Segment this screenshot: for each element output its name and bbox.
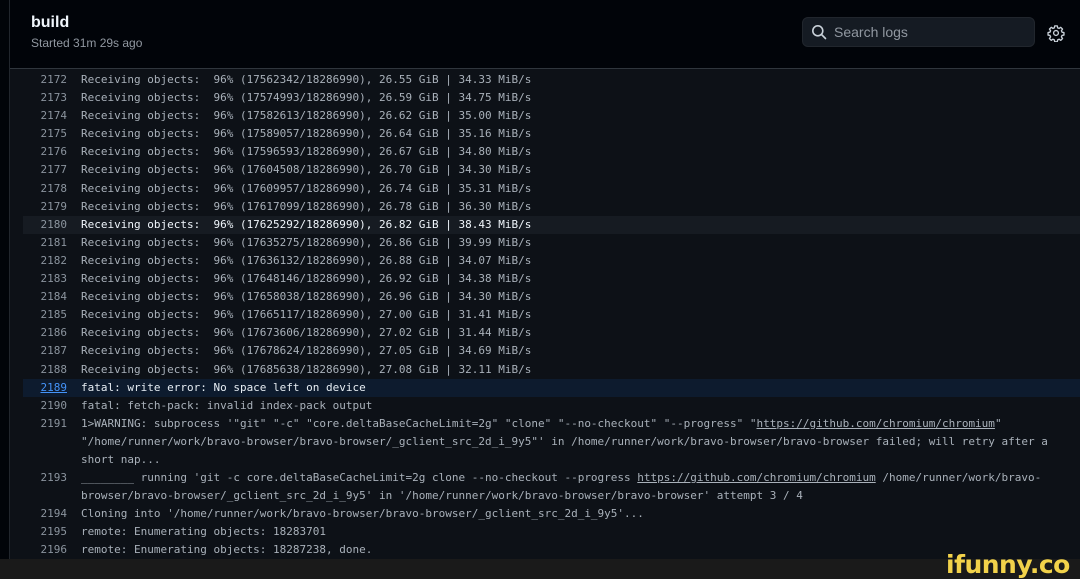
line-text: Receiving objects: 96% (17582613/1828699…	[81, 109, 532, 123]
line-text: ________ running 'git -c core.deltaBaseC…	[81, 469, 1080, 505]
log-line[interactable]: 2174 Receiving objects: 96% (17582613/182…	[23, 107, 1080, 125]
line-text: fatal: write error: No space left on dev…	[81, 380, 366, 394]
log-line[interactable]: 2180 Receiving objects: 96% (17625292/182…	[23, 215, 1080, 234]
log-line[interactable]: 2175 Receiving objects: 96% (17589057/182…	[23, 125, 1080, 143]
search-logs-box[interactable]	[802, 17, 1035, 47]
log-header: build Started 31m 29s ago	[10, 0, 1080, 69]
log-line[interactable]: 2184 Receiving objects: 96% (17658038/182…	[23, 288, 1080, 306]
line-number[interactable]: 2173	[23, 89, 68, 107]
log-line[interactable]: 2190 fatal: fetch-pack: invalid index-pac…	[23, 397, 1080, 415]
line-number[interactable]: 2178	[23, 180, 68, 198]
log-line[interactable]: 2172 Receiving objects: 96% (17562342/182…	[23, 71, 1080, 89]
line-number[interactable]: 2188	[23, 361, 68, 379]
log-line[interactable]: 2188 Receiving objects: 96% (17685638/182…	[23, 361, 1080, 379]
line-text: Receiving objects: 96% (17665117/1828699…	[81, 308, 532, 322]
line-text: Receiving objects: 96% (17617099/1828699…	[81, 199, 532, 213]
line-number[interactable]: 2196	[23, 541, 68, 559]
line-text: Receiving objects: 96% (17574993/1828699…	[81, 91, 532, 105]
workflow-log-view: build Started 31m 29s ago 2172 Receiving …	[0, 0, 1080, 559]
log-line[interactable]: 2181 Receiving objects: 96% (17635275/182…	[23, 234, 1080, 252]
log-line[interactable]: 2193 ________ running 'git -c core.deltaB…	[23, 469, 1080, 505]
line-number[interactable]: 2184	[23, 288, 68, 306]
line-number[interactable]: 2190	[23, 397, 68, 415]
log-line[interactable]: 2185 Receiving objects: 96% (17665117/182…	[23, 306, 1080, 324]
log-line[interactable]: 2195 remote: Enumerating objects: 1828370…	[23, 523, 1080, 541]
line-number[interactable]: 2183	[23, 270, 68, 288]
log-line[interactable]: 2186 Receiving objects: 96% (17673606/182…	[23, 324, 1080, 342]
log-line[interactable]: 2176 Receiving objects: 96% (17596593/182…	[23, 143, 1080, 161]
line-text-segment: 1>WARNING: subprocess '"git" "-c" "core.…	[81, 416, 757, 430]
line-number[interactable]: 2177	[23, 161, 68, 179]
log-link[interactable]: https://github.com/chromium/chromium	[637, 471, 875, 484]
line-number[interactable]: 2176	[23, 143, 68, 161]
gear-icon[interactable]	[1047, 24, 1065, 42]
log-line[interactable]: 2182 Receiving objects: 96% (17636132/182…	[23, 252, 1080, 270]
log-line[interactable]: 2187 Receiving objects: 96% (17678624/182…	[23, 342, 1080, 360]
search-icon	[812, 25, 827, 40]
line-number[interactable]: 2179	[23, 198, 68, 216]
line-number[interactable]: 2187	[23, 342, 68, 360]
line-text: 1>WARNING: subprocess '"git" "-c" "core.…	[81, 415, 1080, 469]
log-line[interactable]: 2183 Receiving objects: 96% (17648146/182…	[23, 270, 1080, 288]
line-number[interactable]: 2175	[23, 125, 68, 143]
line-text: fatal: fetch-pack: invalid index-pack ou…	[81, 398, 373, 412]
line-text: Receiving objects: 96% (17562342/1828699…	[81, 73, 532, 86]
line-text: Receiving objects: 96% (17635275/1828699…	[81, 235, 532, 249]
log-line[interactable]: 2179 Receiving objects: 96% (17617099/182…	[23, 198, 1080, 216]
log-output[interactable]: 2172 Receiving objects: 96% (17562342/182…	[10, 69, 1080, 559]
line-text: Receiving objects: 96% (17625292/1828699…	[81, 217, 532, 231]
line-text: Receiving objects: 96% (17596593/1828699…	[81, 145, 532, 159]
line-number[interactable]: 2174	[23, 107, 68, 125]
line-number[interactable]: 2185	[23, 306, 68, 324]
line-text: Receiving objects: 96% (17604508/1828699…	[81, 163, 532, 177]
line-number[interactable]: 2191	[23, 415, 68, 433]
line-text: Receiving objects: 96% (17648146/1828699…	[81, 272, 532, 286]
footer-bar	[0, 559, 1080, 579]
line-number[interactable]: 2181	[23, 234, 68, 252]
log-line[interactable]: 2196 remote: Enumerating objects: 1828723…	[23, 541, 1080, 559]
log-line[interactable]: 2177 Receiving objects: 96% (17604508/182…	[23, 161, 1080, 179]
line-text: remote: Enumerating objects: 18283701	[81, 525, 327, 539]
log-line[interactable]: 2191 1>WARNING: subprocess '"git" "-c" "c…	[23, 415, 1080, 469]
line-number[interactable]: 2194	[23, 505, 68, 523]
line-text: Receiving objects: 96% (17609957/1828699…	[81, 181, 532, 195]
job-title: build	[31, 14, 70, 31]
line-number[interactable]: 2180	[23, 216, 68, 234]
line-number[interactable]: 2193	[23, 469, 68, 487]
line-number[interactable]: 2172	[23, 71, 68, 89]
log-line[interactable]: 2178 Receiving objects: 96% (17609957/182…	[23, 180, 1080, 198]
line-number[interactable]: 2186	[23, 324, 68, 342]
line-text: Cloning into '/home/runner/work/bravo-br…	[81, 507, 644, 521]
line-text: Receiving objects: 96% (17589057/1828699…	[81, 127, 532, 141]
search-input[interactable]	[834, 24, 1024, 40]
job-started-time: Started 31m 29s ago	[31, 36, 143, 50]
watermark-logo: ifunny.co	[946, 550, 1070, 579]
line-number[interactable]: 2195	[23, 523, 68, 541]
line-text: remote: Enumerating objects: 18287238, d…	[81, 543, 373, 557]
line-number[interactable]: 2182	[23, 252, 68, 270]
log-line[interactable]: 2173 Receiving objects: 96% (17574993/182…	[23, 89, 1080, 107]
left-sidebar-edge	[0, 0, 10, 559]
log-line[interactable]: 2194 Cloning into '/home/runner/work/brav…	[23, 505, 1080, 523]
line-text: Receiving objects: 96% (17685638/1828699…	[81, 362, 532, 376]
line-text: Receiving objects: 96% (17636132/1828699…	[81, 253, 532, 267]
line-number[interactable]: 2189	[23, 379, 68, 397]
log-link[interactable]: https://github.com/chromium/chromium	[757, 417, 995, 430]
line-text-segment: ________ running 'git -c core.deltaBaseC…	[81, 471, 638, 485]
line-text: Receiving objects: 96% (17673606/1828699…	[81, 326, 532, 340]
line-text: Receiving objects: 96% (17678624/1828699…	[81, 344, 532, 358]
log-line[interactable]: 2189 fatal: write error: No space left on…	[23, 378, 1080, 397]
line-text: Receiving objects: 96% (17658038/1828699…	[81, 290, 532, 304]
log-lines: 2172 Receiving objects: 96% (17562342/182…	[23, 71, 1080, 559]
